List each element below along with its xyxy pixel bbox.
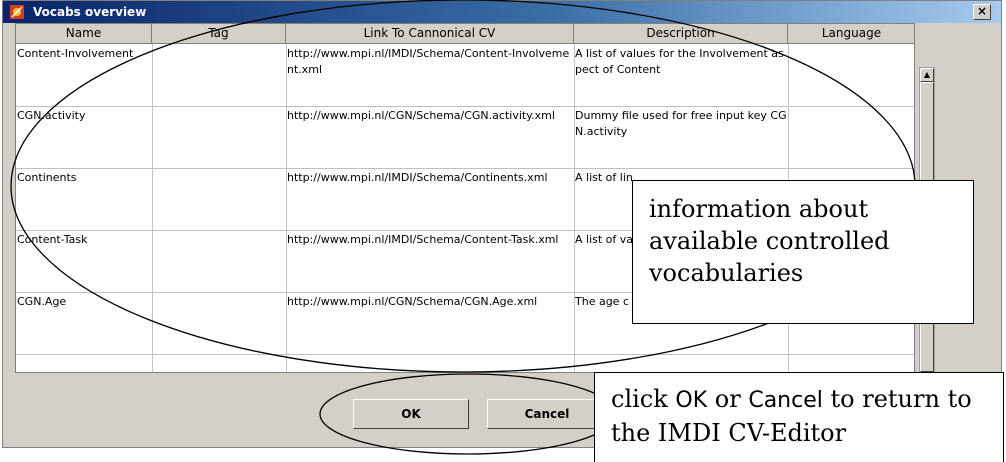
table-cell-language[interactable] <box>788 44 914 106</box>
callout-cancel-label: Cancel <box>748 388 823 413</box>
table-cell-link[interactable]: http://www.mpi.nl/IMDI/Schema/Continents… <box>286 168 574 230</box>
column-header-description[interactable]: Description <box>574 24 788 44</box>
table-cell-tag[interactable] <box>152 230 286 292</box>
table-cell-link[interactable]: http://www.mpi.nl/IMDI/Schema/Content-Ta… <box>286 230 574 292</box>
cancel-button[interactable]: Cancel <box>487 399 607 429</box>
table-cell-tag[interactable] <box>152 106 286 168</box>
table-cell-name[interactable]: CGN.Age <box>16 292 152 354</box>
column-header-link[interactable]: Link To Cannonical CV <box>286 24 574 44</box>
table-cell-name[interactable]: Content-Task <box>16 230 152 292</box>
callout-text-or: or <box>707 385 749 413</box>
scroll-up-arrow-icon[interactable]: ▲ <box>920 68 934 82</box>
buttons-callout: click OK or Cancel to return to the IMDI… <box>594 372 1004 462</box>
table-cell-description[interactable]: A list of values for the Involvement asp… <box>574 44 788 106</box>
title-bar[interactable]: Vocabs overview × <box>3 1 1001 23</box>
table-cell-description[interactable]: Dummy file used for free input key CGN.a… <box>574 106 788 168</box>
table-cell-language[interactable] <box>788 106 914 168</box>
row-divider <box>16 354 914 355</box>
info-callout-text: information about available controlled v… <box>649 195 890 287</box>
window-title: Vocabs overview <box>33 5 147 19</box>
table-cell-tag[interactable] <box>152 168 286 230</box>
info-callout: information about available controlled v… <box>632 180 974 324</box>
table-cell-link[interactable]: http://www.mpi.nl/CGN/Schema/CGN.Age.xml <box>286 292 574 354</box>
table-cell-name[interactable]: CGN.activity <box>16 106 152 168</box>
column-header-tag[interactable]: Tag <box>152 24 286 44</box>
app-icon <box>9 4 25 20</box>
column-header-language[interactable]: Language <box>788 24 914 44</box>
table-cell-link[interactable]: http://www.mpi.nl/CGN/Schema/CGN.activit… <box>286 106 574 168</box>
close-button[interactable]: × <box>973 4 991 20</box>
table-cell-tag[interactable] <box>152 292 286 354</box>
column-header-name[interactable]: Name <box>16 24 152 44</box>
table-cell-name[interactable]: Continents <box>16 168 152 230</box>
table-cell-tag[interactable] <box>152 44 286 106</box>
ok-button[interactable]: OK <box>353 399 469 429</box>
table-cell-link[interactable]: http://www.mpi.nl/IMDI/Schema/Content-In… <box>286 44 574 106</box>
table-cell-name[interactable]: Content-Involvement <box>16 44 152 106</box>
callout-ok-label: OK <box>675 388 708 413</box>
callout-text-pre: click <box>611 385 676 413</box>
